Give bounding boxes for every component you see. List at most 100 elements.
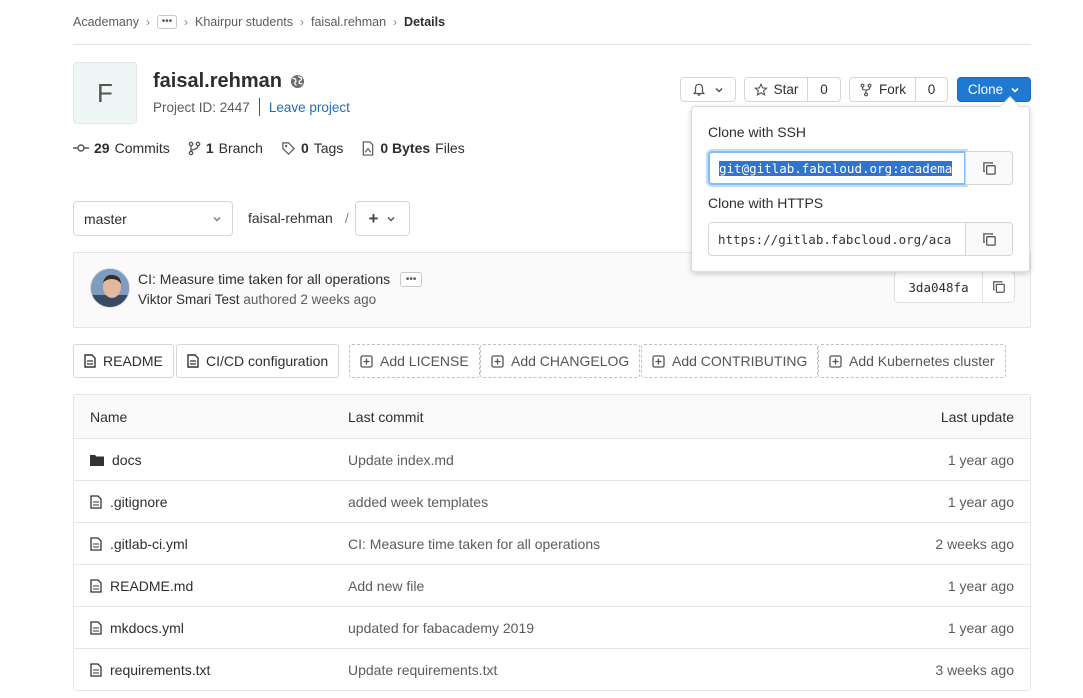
breadcrumb-project[interactable]: faisal.rehman xyxy=(311,15,386,29)
plus-square-icon xyxy=(652,354,665,368)
breadcrumb-current[interactable]: Details xyxy=(404,15,445,29)
commit-sha[interactable]: 3da048fa xyxy=(895,272,983,302)
file-last-update: 1 year ago xyxy=(947,577,1014,594)
commits-label: Commits xyxy=(114,140,170,156)
file-name[interactable]: .gitignore xyxy=(110,494,168,510)
breadcrumb-group[interactable]: Khairpur students xyxy=(195,15,293,29)
file-last-update: 2 weeks ago xyxy=(935,535,1014,552)
add-changelog-label: Add CHANGELOG xyxy=(511,353,630,369)
star-label: Star xyxy=(773,82,799,97)
plus-square-icon xyxy=(829,354,842,368)
notification-button[interactable] xyxy=(680,77,736,102)
author-avatar[interactable] xyxy=(90,268,130,308)
commit-expand-button[interactable]: ••• xyxy=(400,271,423,287)
fork-icon xyxy=(859,83,873,97)
file-name[interactable]: .gitlab-ci.yml xyxy=(110,536,188,552)
folder-icon xyxy=(90,454,104,466)
chevron-right-icon: › xyxy=(146,15,151,29)
plus-icon: + xyxy=(368,208,379,228)
project-name: faisal.rehman xyxy=(153,70,282,92)
clone-ssh-label: Clone with SSH xyxy=(708,124,807,140)
leave-project-link[interactable]: Leave project xyxy=(269,100,350,115)
breadcrumb: Academany › ••• › Khairpur students › fa… xyxy=(73,12,445,32)
files-stat[interactable]: 0 Bytes Files xyxy=(361,140,465,156)
star-icon xyxy=(753,82,768,97)
document-icon xyxy=(187,354,199,368)
file-last-commit[interactable]: Update requirements.txt xyxy=(348,662,808,678)
fork-count[interactable]: 0 xyxy=(916,77,948,102)
clone-https-input[interactable]: https://gitlab.fabcloud.org/aca xyxy=(708,222,966,256)
branch-select-value: master xyxy=(84,210,127,227)
add-to-tree-button[interactable]: + xyxy=(355,201,410,236)
add-contributing-button[interactable]: Add CONTRIBUTING xyxy=(641,344,819,378)
file-name[interactable]: docs xyxy=(112,452,142,468)
cicd-config-button[interactable]: CI/CD configuration xyxy=(176,344,340,378)
fork-button[interactable]: Fork xyxy=(849,77,916,102)
table-header: Name Last commit Last update xyxy=(74,395,1030,438)
path-separator: / xyxy=(344,210,349,226)
chevron-down-icon xyxy=(386,214,396,224)
table-row[interactable]: docs Update index.md 1 year ago xyxy=(74,438,1030,480)
breadcrumb-root[interactable]: Academany xyxy=(73,15,139,29)
add-changelog-button[interactable]: Add CHANGELOG xyxy=(480,344,641,378)
branch-select[interactable]: master xyxy=(73,201,233,236)
file-name[interactable]: README.md xyxy=(110,578,193,594)
copy-icon xyxy=(982,232,997,247)
repo-path: faisal-rehman / xyxy=(248,210,359,226)
commit-author-name[interactable]: Viktor Smari Test xyxy=(138,292,240,307)
file-name[interactable]: requirements.txt xyxy=(110,662,210,678)
clone-ssh-value: git@gitlab.fabcloud.org:academa xyxy=(719,160,953,176)
table-row[interactable]: README.md Add new file 1 year ago xyxy=(74,564,1030,606)
bell-icon xyxy=(692,83,706,97)
files-label: Files xyxy=(435,140,465,156)
project-stats: 29 Commits 1 Branch 0 Tags 0 Bytes Files xyxy=(73,140,483,156)
chevron-right-icon: › xyxy=(184,15,189,29)
add-license-button[interactable]: Add LICENSE xyxy=(349,344,480,378)
readme-button[interactable]: README xyxy=(73,344,174,378)
copy-icon xyxy=(992,280,1006,294)
repo-path-root[interactable]: faisal-rehman xyxy=(248,210,333,226)
star-button[interactable]: Star xyxy=(744,77,808,102)
add-kubernetes-button[interactable]: Add Kubernetes cluster xyxy=(818,344,1006,378)
chevron-down-icon xyxy=(714,85,724,95)
document-icon xyxy=(84,354,96,368)
storage-icon xyxy=(361,140,375,156)
col-last-update-header: Last update xyxy=(940,408,1014,425)
clone-ssh-input[interactable]: git@gitlab.fabcloud.org:academa xyxy=(708,151,966,185)
table-row[interactable]: .gitlab-ci.yml CI: Measure time taken fo… xyxy=(74,522,1030,564)
chevron-right-icon: › xyxy=(393,15,398,29)
clone-button[interactable]: Clone xyxy=(957,77,1031,102)
file-last-update: 1 year ago xyxy=(947,619,1014,636)
file-last-commit[interactable]: updated for fabacademy 2019 xyxy=(348,620,808,636)
clone-https-value: https://gitlab.fabcloud.org/aca xyxy=(718,231,952,247)
copy-sha-button[interactable] xyxy=(983,272,1014,302)
tags-stat[interactable]: 0 Tags xyxy=(281,140,343,156)
tag-icon xyxy=(281,141,296,156)
table-row[interactable]: .gitignore added week templates 1 year a… xyxy=(74,480,1030,522)
file-last-commit[interactable]: Add new file xyxy=(348,578,808,594)
file-name[interactable]: mkdocs.yml xyxy=(110,620,184,636)
tags-label: Tags xyxy=(313,140,344,156)
add-kubernetes-label: Add Kubernetes cluster xyxy=(849,353,995,369)
project-avatar[interactable]: F xyxy=(73,62,137,124)
file-icon xyxy=(90,494,102,509)
copy-ssh-button[interactable] xyxy=(965,151,1013,185)
copy-https-button[interactable] xyxy=(965,222,1013,256)
star-count[interactable]: 0 xyxy=(808,77,841,102)
file-last-commit[interactable]: added week templates xyxy=(348,494,808,510)
project-id: Project ID: 2447 xyxy=(153,99,250,115)
commit-icon xyxy=(73,141,89,155)
commit-sha-group: 3da048fa xyxy=(894,271,1015,303)
commits-stat[interactable]: 29 Commits xyxy=(73,140,170,156)
file-last-commit[interactable]: Update index.md xyxy=(348,452,808,468)
chevron-down-icon xyxy=(1010,85,1020,95)
commit-title[interactable]: CI: Measure time taken for all operation… xyxy=(138,271,390,287)
table-row[interactable]: mkdocs.yml updated for fabacademy 2019 1… xyxy=(74,606,1030,648)
table-row[interactable]: requirements.txt Update requirements.txt… xyxy=(74,648,1030,690)
file-tree-table: Name Last commit Last update docs Update… xyxy=(73,394,1031,691)
file-last-commit[interactable]: CI: Measure time taken for all operation… xyxy=(348,536,808,552)
fork-label: Fork xyxy=(879,82,906,97)
branches-stat[interactable]: 1 Branch xyxy=(188,140,263,156)
file-icon xyxy=(90,578,102,593)
breadcrumb-more-button[interactable]: ••• xyxy=(157,15,178,29)
